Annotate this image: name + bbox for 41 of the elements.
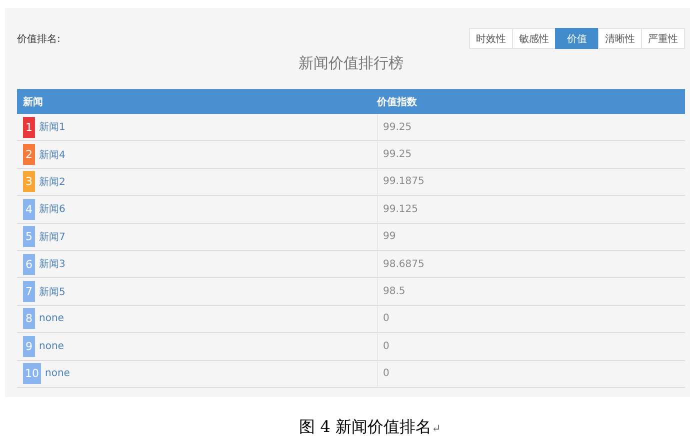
table-cell: 98.6875 xyxy=(383,258,424,270)
news-link[interactable]: 新闻3 xyxy=(39,257,66,272)
tab[interactable]: 时效性 xyxy=(469,28,513,49)
paragraph-mark: ↵ xyxy=(432,422,441,435)
news-link[interactable]: none xyxy=(45,368,70,380)
column-header: 新闻 xyxy=(22,95,44,108)
rank-badge: 5 xyxy=(23,226,35,248)
rank-badge: 8 xyxy=(23,308,35,330)
rank-badge: 3 xyxy=(23,171,35,192)
table-cell: 99 xyxy=(383,231,396,242)
tab[interactable]: 严重性 xyxy=(641,28,685,49)
figure-caption: 图 4 新闻价值排名 xyxy=(299,417,432,436)
table-cell: 99.25 xyxy=(383,122,412,133)
rank-badge: 10 xyxy=(23,363,41,384)
news-link[interactable]: 新闻2 xyxy=(39,174,66,189)
table-cell: 99.25 xyxy=(383,149,412,160)
tab[interactable]: 敏感性 xyxy=(512,28,556,49)
news-link[interactable]: 新闻1 xyxy=(39,120,66,134)
tab[interactable]: 清晰性 xyxy=(598,28,642,49)
table-cell: 99.1875 xyxy=(383,176,424,188)
news-link[interactable]: 新闻5 xyxy=(39,284,66,299)
tab[interactable]: 价值 xyxy=(555,28,599,49)
news-link[interactable]: none xyxy=(39,313,64,324)
table-cell: 99.125 xyxy=(383,204,418,215)
rank-badge: 9 xyxy=(23,336,35,357)
column-header: 价值指数 xyxy=(377,96,418,108)
rank-badge: 1 xyxy=(23,116,35,138)
rank-badge: 6 xyxy=(23,254,35,275)
news-link[interactable]: 新闻4 xyxy=(39,148,66,162)
news-link[interactable]: 新闻7 xyxy=(39,230,66,244)
table-cell: 0 xyxy=(383,313,390,324)
rank-badge: 2 xyxy=(23,144,35,166)
table-cell: 0 xyxy=(383,368,390,380)
news-link[interactable]: none xyxy=(39,340,64,352)
rank-badge: 4 xyxy=(23,198,35,220)
rank-badge: 7 xyxy=(23,281,35,302)
chart-title: 新闻价值排行榜 xyxy=(298,54,404,74)
news-link[interactable]: 新闻6 xyxy=(39,202,66,216)
table-cell: 0 xyxy=(383,340,390,352)
table-cell: 98.5 xyxy=(383,286,406,298)
ranking-label: 价值排名: xyxy=(17,32,60,46)
